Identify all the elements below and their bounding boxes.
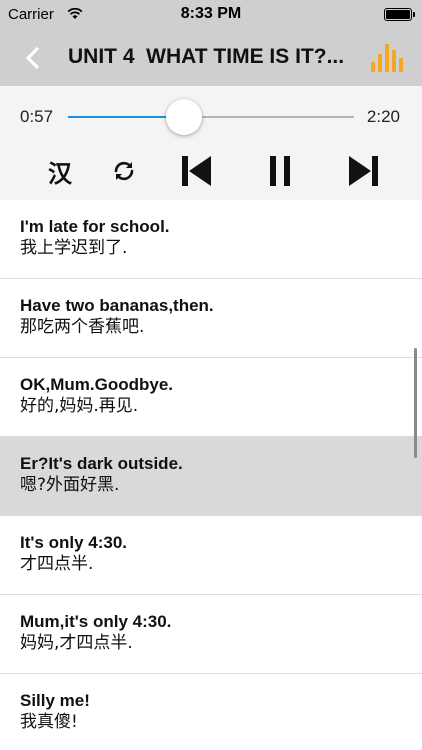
status-time: 8:33 PM [180,5,242,22]
audio-player: 0:57 2:20 汉 [0,86,422,200]
sentence-chinese: 那吃两个香蕉吧. [20,317,145,337]
back-button[interactable] [16,40,52,76]
nav-bar: UNIT 4 WHAT TIME IS IT?... [0,30,422,86]
scrollbar[interactable] [414,348,417,458]
skip-previous-icon [182,156,211,186]
sentence-english: Mum,it's only 4:30. [20,612,172,631]
sentence-english: OK,Mum.Goodbye. [20,375,173,394]
list-item[interactable]: Er?It's dark outside. 嗯?外面好黑. [0,437,422,516]
sentence-english: Silly me! [20,691,90,710]
battery-icon [384,8,415,21]
list-item[interactable]: OK,Mum.Goodbye. 好的,妈妈.再见. [0,358,422,437]
pause-button[interactable] [262,148,298,194]
status-bar: Carrier 8:33 PM [0,0,422,30]
list-item[interactable]: Have two bananas,then. 那吃两个香蕉吧. [0,279,422,358]
sentence-english: Er?It's dark outside. [20,454,183,473]
sentence-chinese: 好的,妈妈.再见. [20,396,139,416]
list-item[interactable]: Silly me! 我真傻! [0,674,422,750]
list-item[interactable]: It's only 4:30. 才四点半. [0,516,422,595]
progress-slider[interactable] [68,99,354,135]
previous-button[interactable] [176,148,216,194]
sentence-english: I'm late for school. [20,217,170,236]
repeat-icon [114,161,134,181]
total-time: 2:20 [366,107,400,126]
repeat-button[interactable] [106,148,142,194]
skip-next-icon [349,156,378,186]
slider-thumb[interactable] [166,99,203,135]
sentence-english: It's only 4:30. [20,533,128,552]
page-title: UNIT 4 WHAT TIME IS IT?... [68,45,345,68]
list-item[interactable]: Mum,it's only 4:30. 妈妈,才四点半. [0,595,422,674]
sentence-chinese: 妈妈,才四点半. [20,633,133,653]
sentence-english: Have two bananas,then. [20,296,214,315]
sentence-chinese: 我真傻! [20,712,78,732]
sentence-chinese: 才四点半. [20,554,94,574]
sentence-chinese: 嗯?外面好黑. [20,475,120,495]
elapsed-time: 0:57 [20,107,54,126]
chevron-left-icon [26,47,39,69]
next-button[interactable] [344,148,384,194]
pause-icon [270,156,290,186]
sentence-chinese: 我上学迟到了. [20,238,128,258]
bar-chart-icon [371,44,403,72]
language-toggle-button[interactable]: 汉 [40,148,80,194]
sentence-list[interactable]: I'm late for school. 我上学迟到了. Have two ba… [0,200,422,750]
list-item[interactable]: I'm late for school. 我上学迟到了. [0,200,422,279]
stats-button[interactable] [370,42,404,74]
playback-controls: 汉 [0,148,422,194]
